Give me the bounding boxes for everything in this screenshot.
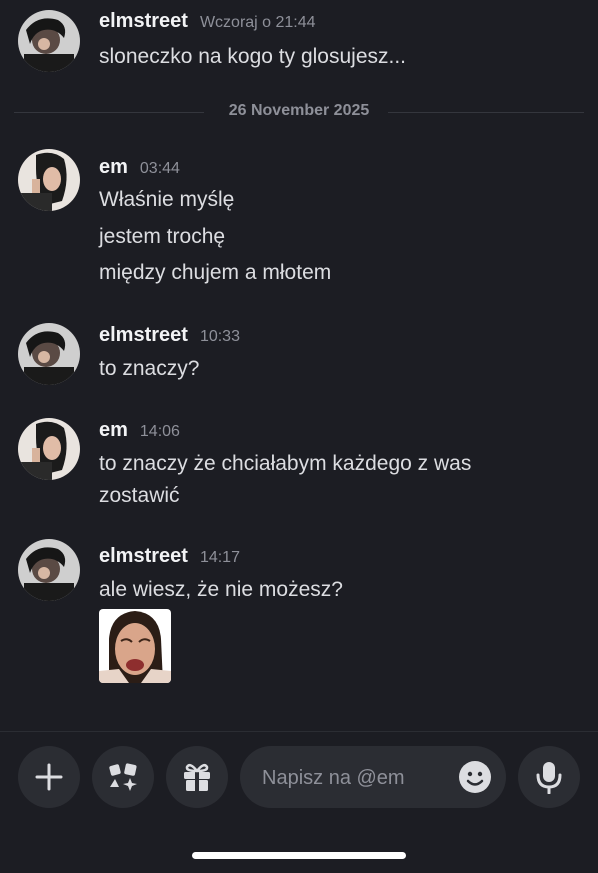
date-divider-label: 26 November 2025: [228, 102, 370, 119]
message-text: to znaczy?: [99, 357, 200, 380]
message-author[interactable]: em 14:06: [99, 419, 180, 442]
message-input[interactable]: [260, 746, 454, 810]
apps-icon: [109, 763, 137, 791]
sticker-image[interactable]: [99, 609, 171, 683]
emoji-icon[interactable]: [458, 760, 492, 794]
microphone-icon: [536, 762, 562, 794]
message-text: ale wiesz, że nie możesz?: [99, 578, 343, 601]
message-text: jestem trochę: [99, 225, 226, 248]
message-timestamp: Wczoraj o 21:44: [199, 14, 316, 31]
message-text: zostawić: [99, 484, 180, 507]
plus-icon: [35, 763, 63, 791]
voice-message-button[interactable]: [518, 746, 580, 808]
message-author[interactable]: elmstreet 10:33: [99, 324, 240, 347]
composer-separator: [0, 731, 598, 732]
message-input-container[interactable]: [240, 746, 506, 810]
divider-line-right: [388, 112, 584, 113]
avatar-elmstreet[interactable]: [18, 323, 80, 385]
message-timestamp: 14:06: [139, 423, 180, 440]
message-timestamp: 03:44: [139, 160, 180, 177]
message-text: Właśnie myślę: [99, 188, 235, 211]
message-author[interactable]: elmstreet 14:17: [99, 545, 240, 568]
avatar-em[interactable]: [18, 418, 80, 480]
message-author[interactable]: em 03:44: [99, 156, 180, 179]
message-timestamp: 10:33: [199, 328, 240, 345]
add-button[interactable]: [18, 746, 80, 808]
message-text: to znaczy że chciałabym każdego z was: [99, 452, 472, 475]
message-text: między chujem a młotem: [99, 261, 332, 284]
gift-button[interactable]: [166, 746, 228, 808]
message-text: sloneczko na kogo ty glosujesz...: [99, 45, 407, 68]
apps-button[interactable]: [92, 746, 154, 808]
avatar-elmstreet[interactable]: [18, 539, 80, 601]
home-indicator[interactable]: [192, 852, 406, 859]
avatar-em[interactable]: [18, 149, 80, 211]
date-divider: 26 November 2025: [14, 102, 584, 122]
avatar-elmstreet[interactable]: [18, 10, 80, 72]
message-timestamp: 14:17: [199, 549, 240, 566]
gift-icon: [184, 763, 210, 791]
message-author[interactable]: elmstreet Wczoraj o 21:44: [99, 10, 316, 33]
